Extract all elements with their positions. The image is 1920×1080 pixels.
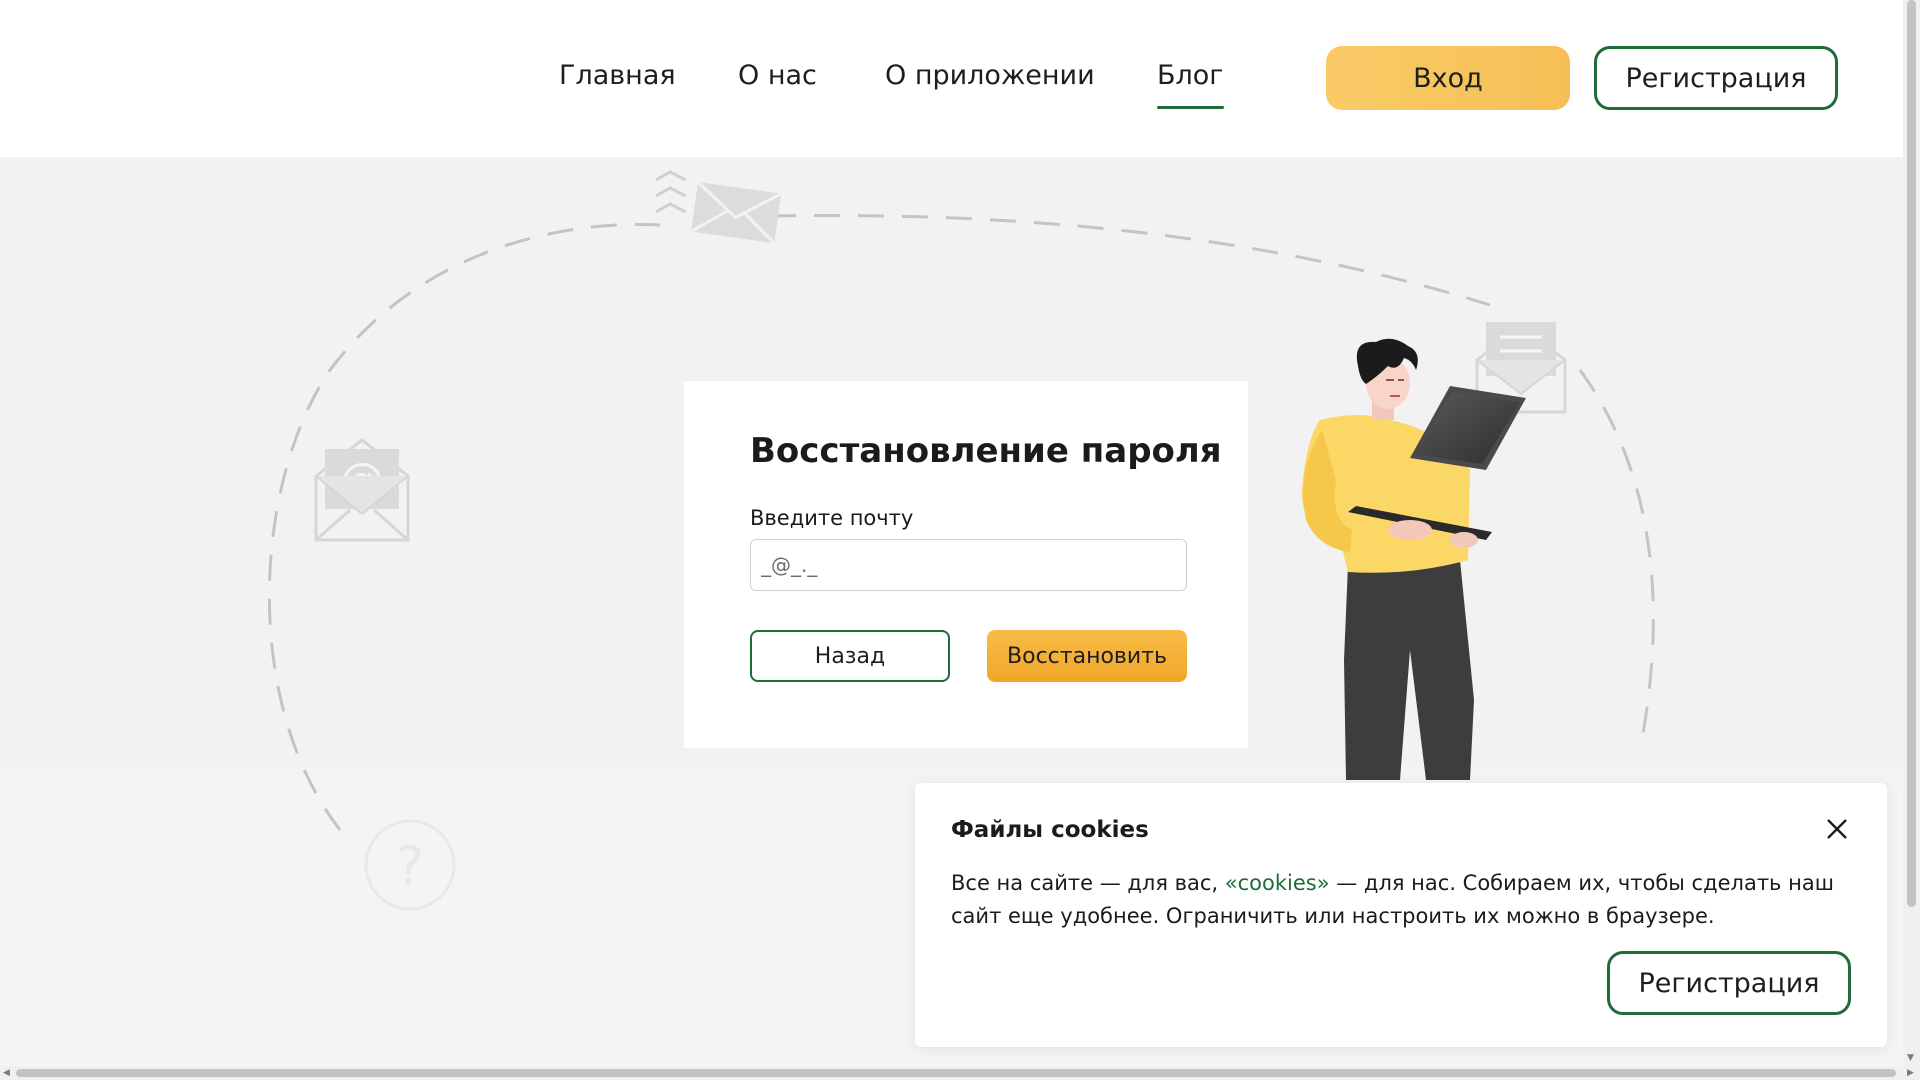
nav-home-link[interactable]: Главная <box>559 60 676 91</box>
nav-about-link[interactable]: О нас <box>738 60 817 91</box>
email-field-label: Введите почту <box>750 506 914 530</box>
site-header: Главная О нас О приложении Блог Вход Рег… <box>0 0 1903 157</box>
scroll-right-arrow-icon[interactable]: ▶ <box>1907 1068 1914 1078</box>
vertical-scroll-thumb[interactable] <box>1907 0 1916 907</box>
scroll-left-arrow-icon[interactable]: ◀ <box>3 1068 10 1078</box>
restore-button[interactable]: Восстановить <box>987 630 1187 682</box>
page-title: Восстановление пароля <box>750 431 1222 471</box>
horizontal-scroll-thumb[interactable] <box>16 1069 1896 1077</box>
vertical-scrollbar[interactable]: ▼ <box>1903 0 1920 1066</box>
password-recovery-card: Восстановление пароля Введите почту Наза… <box>684 381 1248 748</box>
close-icon[interactable] <box>1823 815 1851 843</box>
cookies-link[interactable]: «cookies» <box>1225 871 1330 895</box>
nav-blog-link[interactable]: Блог <box>1157 60 1224 109</box>
login-button[interactable]: Вход <box>1326 46 1570 110</box>
cookie-register-button[interactable]: Регистрация <box>1607 951 1851 1015</box>
nav-app-link[interactable]: О приложении <box>885 60 1095 91</box>
back-button[interactable]: Назад <box>750 630 950 682</box>
cookie-text-before: Все на сайте — для вас, <box>951 871 1225 895</box>
cookie-text: Все на сайте — для вас, «cookies» — для … <box>951 867 1851 933</box>
register-button[interactable]: Регистрация <box>1594 46 1838 110</box>
email-field[interactable] <box>750 539 1187 591</box>
scroll-down-arrow-icon[interactable]: ▼ <box>1907 1053 1914 1063</box>
cookie-banner: Файлы cookies Все на сайте — для вас, «c… <box>915 783 1887 1047</box>
cookie-title: Файлы cookies <box>951 817 1149 843</box>
horizontal-scrollbar[interactable]: ◀ ▶ <box>0 1066 1920 1080</box>
